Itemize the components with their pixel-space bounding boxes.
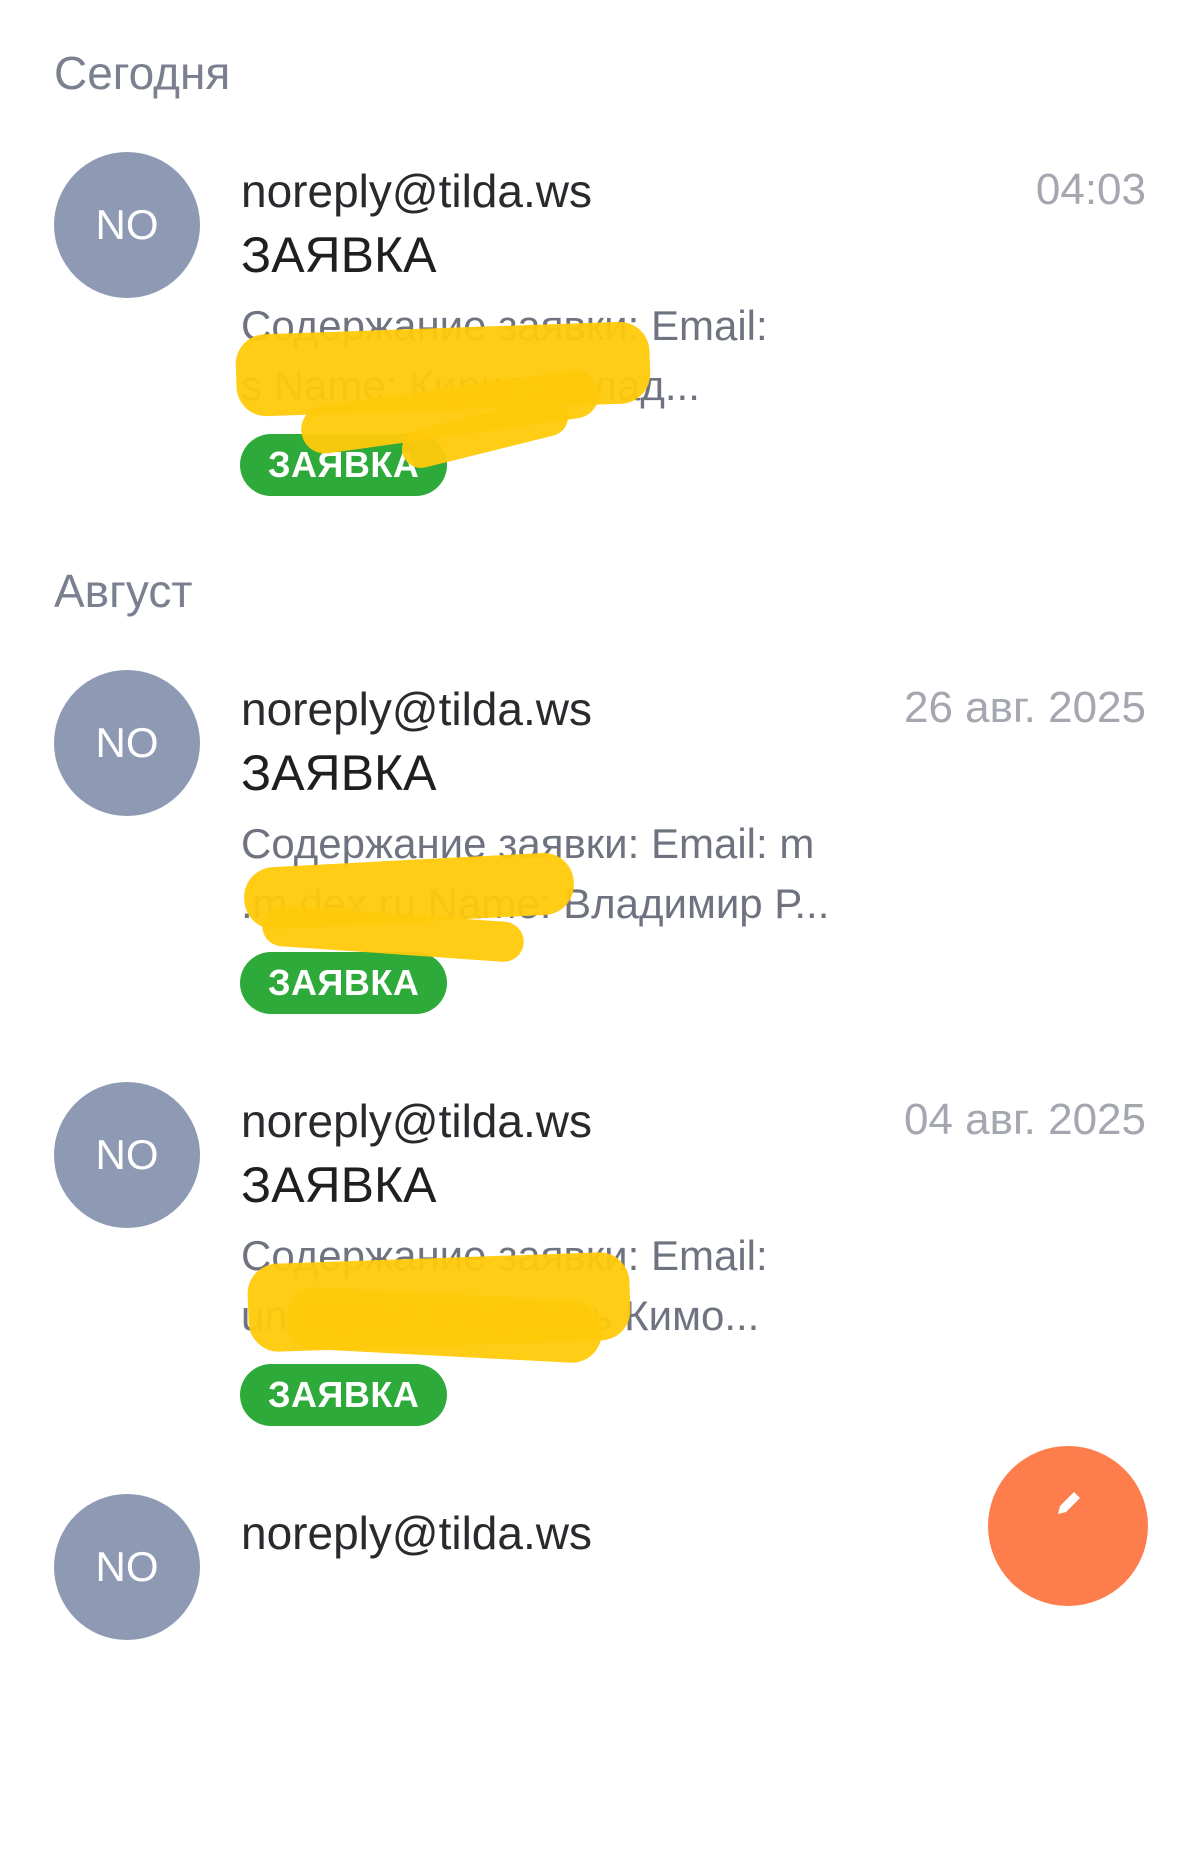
compose-button[interactable]	[988, 1446, 1148, 1606]
mail-date: 04:03	[1035, 165, 1146, 214]
section-header-august: Август	[54, 565, 193, 617]
sender-address: noreply@tilda.ws	[241, 1507, 592, 1559]
pencil-icon	[1058, 1492, 1080, 1514]
avatar: NO	[54, 1494, 200, 1640]
mail-item[interactable]: NO noreply@tilda.ws 26 авг. 2025 ЗАЯВКА …	[0, 670, 1200, 1030]
label-chip[interactable]: ЗАЯВКА	[240, 952, 448, 1014]
mail-subject: ЗАЯВКА	[241, 745, 437, 801]
avatar: NO	[54, 152, 200, 298]
label-chip[interactable]: ЗАЯВКА	[240, 1364, 448, 1426]
avatar: NO	[54, 1082, 200, 1228]
mail-subject: ЗАЯВКА	[241, 1157, 437, 1213]
mail-subject: ЗАЯВКА	[241, 227, 437, 283]
sender-address: noreply@tilda.ws	[241, 165, 592, 217]
section-header-today: Сегодня	[54, 47, 231, 99]
mail-item[interactable]: NO noreply@tilda.ws 04:03 ЗАЯВКА Содержа…	[0, 152, 1200, 512]
mail-date: 04 авг. 2025	[903, 1095, 1146, 1144]
sender-address: noreply@tilda.ws	[241, 1095, 592, 1147]
mail-date: 26 авг. 2025	[903, 683, 1146, 732]
avatar: NO	[54, 670, 200, 816]
mail-item[interactable]: NO noreply@tilda.ws 04 авг. 2025 ЗАЯВКА …	[0, 1082, 1200, 1442]
sender-address: noreply@tilda.ws	[241, 683, 592, 735]
